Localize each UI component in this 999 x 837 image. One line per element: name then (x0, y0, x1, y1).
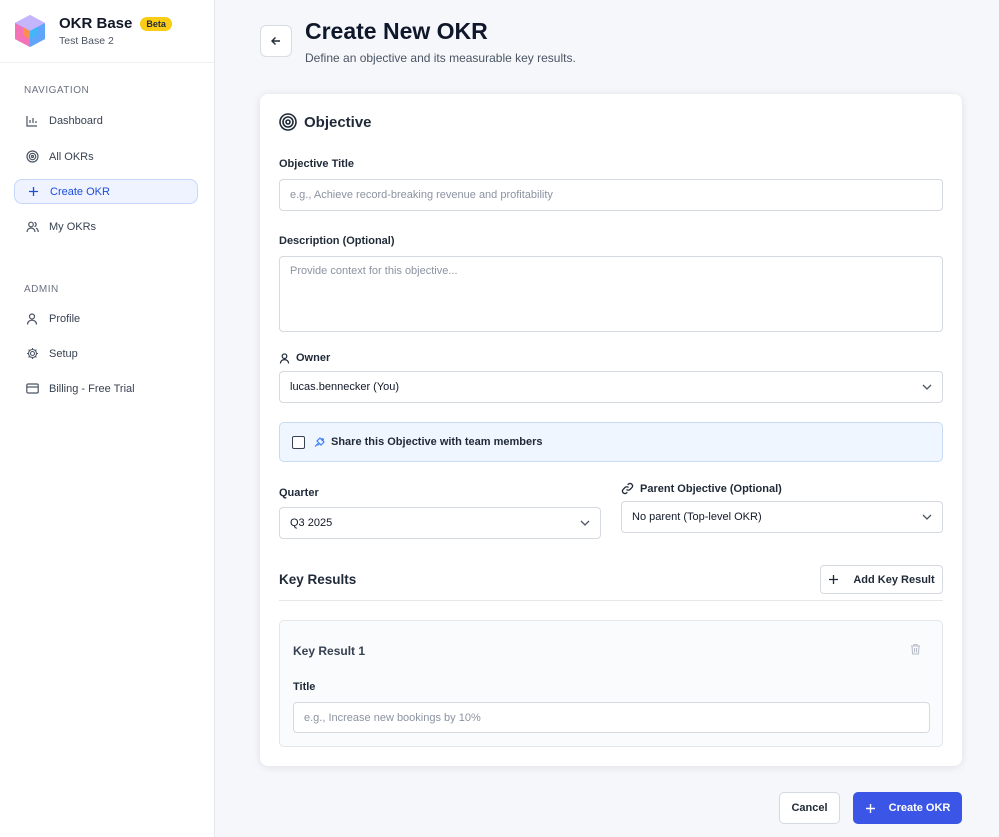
share-label: Share this Objective with team members (331, 436, 543, 448)
parent-objective-value: No parent (Top-level OKR) (632, 511, 762, 523)
bar-chart-icon (25, 114, 39, 128)
arrow-left-icon (271, 37, 280, 45)
trash-icon (911, 643, 920, 655)
sidebar-item-label: All OKRs (49, 150, 94, 163)
chevron-down-icon (922, 514, 932, 520)
sidebar-item-create-okr[interactable]: Create OKR (14, 179, 198, 204)
share-icon (314, 437, 325, 447)
gear-icon (25, 347, 39, 361)
sidebar-item-profile[interactable]: Profile (14, 306, 198, 331)
key-result-title-label: Title (293, 681, 316, 693)
brand[interactable]: OKR Base Beta Test Base 2 (0, 0, 214, 63)
sidebar-item-billing[interactable]: Billing - Free Trial (14, 376, 198, 401)
objective-heading-text: Objective (304, 113, 372, 131)
key-results-heading: Key Results (279, 572, 357, 587)
sidebar-item-my-okrs[interactable]: My OKRs (14, 214, 198, 239)
sidebar-item-dashboard[interactable]: Dashboard (14, 108, 198, 133)
base-name: Test Base 2 (59, 35, 114, 47)
parent-objective-label: Parent Objective (Optional) (640, 482, 782, 495)
owner-select[interactable]: lucas.bennecker (You) (279, 371, 943, 403)
sidebar-item-label: Dashboard (49, 114, 103, 127)
owner-label-row: Owner (279, 352, 330, 364)
users-icon (25, 220, 39, 234)
admin-label: ADMIN (24, 284, 59, 295)
description-textarea[interactable] (279, 256, 943, 332)
navigation-section: NAVIGATION Dashboard All OKRs Create OKR (0, 85, 215, 239)
quarter-select[interactable]: Q3 2025 (279, 507, 601, 539)
share-objective-option: Share this Objective with team members (279, 422, 943, 462)
user-icon (25, 312, 39, 326)
key-results-divider (279, 600, 943, 601)
add-key-result-button[interactable]: Add Key Result (820, 565, 943, 594)
cube-logo-icon (15, 15, 45, 47)
objective-heading: Objective (279, 113, 372, 131)
sidebar-item-label: Create OKR (50, 185, 110, 198)
owner-label: Owner (296, 352, 331, 364)
parent-objective-label-row: Parent Objective (Optional) (621, 482, 782, 495)
key-result-title-input[interactable] (293, 702, 930, 733)
sidebar-item-setup[interactable]: Setup (14, 341, 198, 366)
objective-title-input[interactable] (279, 179, 943, 211)
sidebar-item-label: Profile (49, 312, 81, 325)
share-checkbox[interactable] (292, 435, 305, 449)
sidebar-item-all-okrs[interactable]: All OKRs (14, 144, 198, 169)
user-icon (279, 352, 290, 364)
delete-key-result-button[interactable] (910, 643, 921, 658)
cancel-label: Cancel (791, 802, 828, 814)
quarter-value: Q3 2025 (290, 517, 333, 529)
sidebar: OKR Base Beta Test Base 2 NAVIGATION Das… (0, 0, 215, 837)
add-key-result-label: Add Key Result (853, 573, 935, 586)
create-okr-button[interactable]: Create OKR (853, 792, 962, 824)
back-button[interactable] (260, 25, 292, 57)
page-subtitle: Define an objective and its measurable k… (305, 51, 576, 65)
navigation-label: NAVIGATION (24, 85, 90, 96)
key-result-heading: Key Result 1 (293, 644, 366, 658)
sidebar-item-label: Billing - Free Trial (49, 382, 135, 395)
sidebar-item-label: Setup (49, 347, 78, 360)
plus-icon (865, 803, 875, 813)
beta-badge: Beta (140, 16, 172, 31)
okr-form-card: Objective Objective Title Description (O… (260, 94, 962, 766)
plus-icon (26, 185, 40, 199)
create-okr-label: Create OKR (888, 802, 951, 814)
sidebar-item-label: My OKRs (49, 220, 97, 233)
page-title: Create New OKR (305, 18, 488, 44)
owner-value: lucas.bennecker (You) (290, 381, 400, 393)
cancel-button[interactable]: Cancel (779, 792, 840, 824)
target-icon (279, 113, 297, 131)
admin-section: ADMIN Profile Setup Billing - Free Trial (0, 284, 215, 401)
description-label: Description (Optional) (279, 235, 395, 247)
credit-card-icon (25, 382, 39, 396)
brand-title: OKR Base (59, 15, 133, 32)
chevron-down-icon (580, 520, 590, 526)
key-result-card: Key Result 1 Title (279, 620, 943, 747)
link-icon (621, 482, 634, 495)
target-icon (25, 150, 39, 164)
main-content: Create New OKR Define an objective and i… (215, 0, 999, 837)
objective-title-label: Objective Title (279, 158, 354, 170)
chevron-down-icon (922, 384, 932, 390)
quarter-label: Quarter (279, 487, 319, 499)
parent-objective-select[interactable]: No parent (Top-level OKR) (621, 501, 943, 533)
plus-icon (829, 575, 839, 584)
